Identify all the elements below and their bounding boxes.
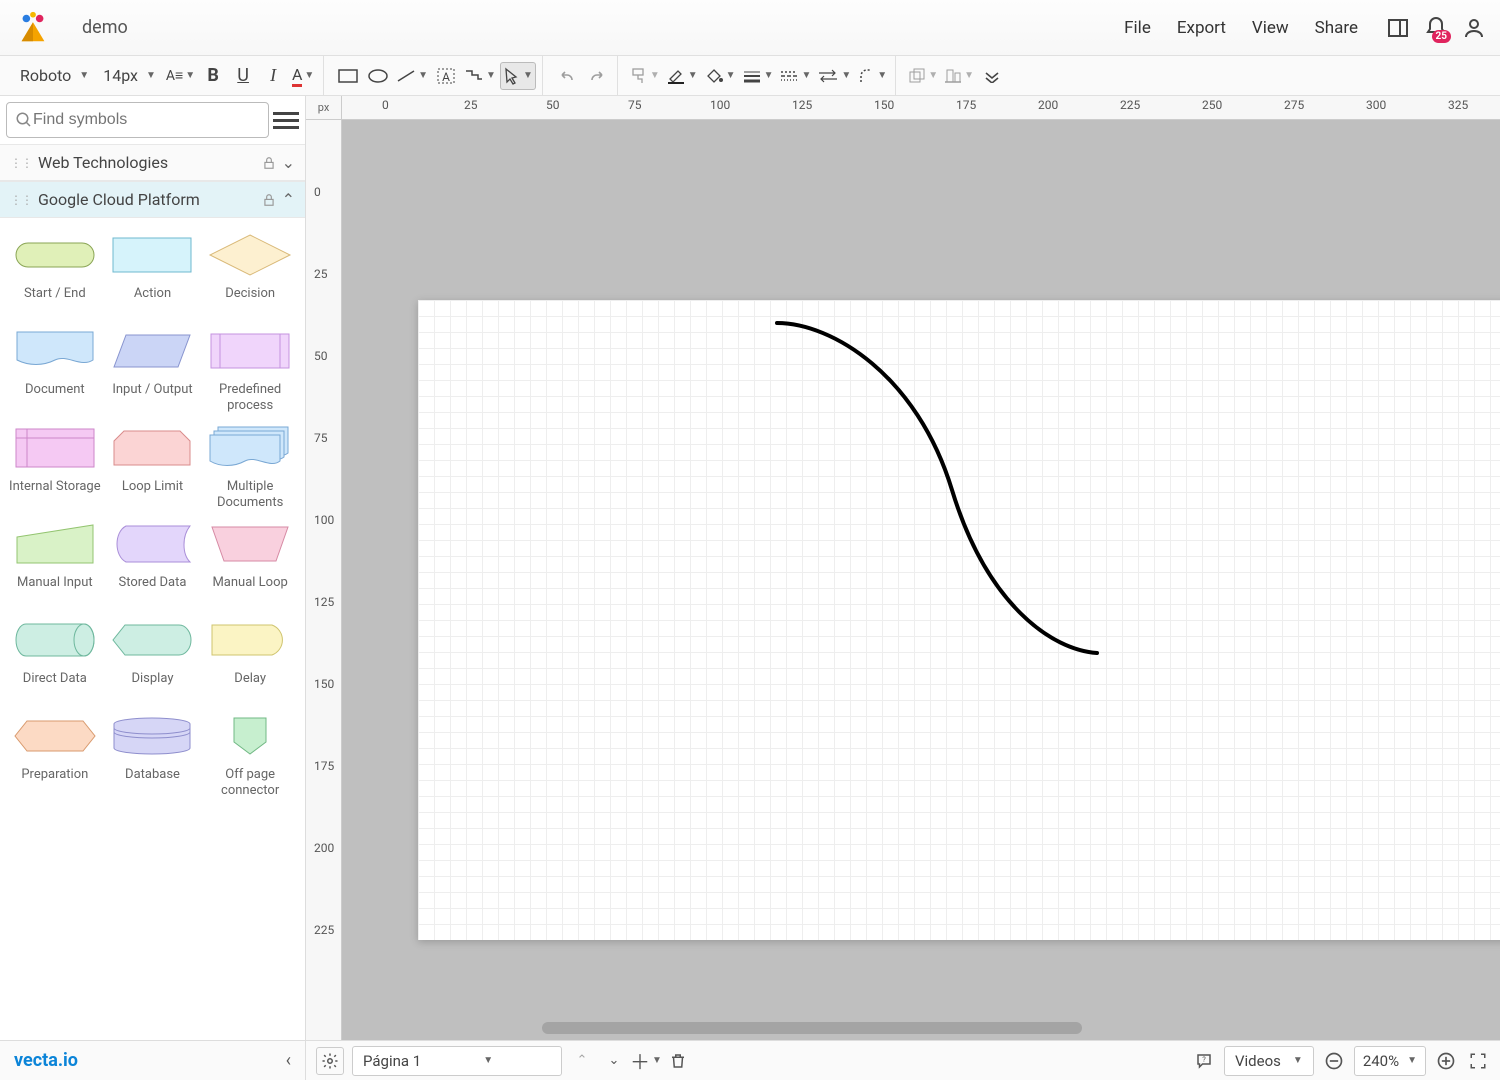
stencil-menu-icon[interactable] <box>273 107 299 133</box>
shape-predefined-process[interactable]: Predefined process <box>202 328 298 415</box>
ellipse-tool[interactable] <box>364 62 392 90</box>
italic-button[interactable]: I <box>259 62 287 90</box>
stencil-web-technologies[interactable]: ⋮⋮ Web Technologies ⌄ <box>0 144 305 181</box>
line-style-button[interactable]: ▼ <box>777 62 813 90</box>
shape-stored-data[interactable]: Stored Data <box>104 521 200 607</box>
stencil-label: Google Cloud Platform <box>38 190 200 209</box>
shape-database[interactable]: Database <box>104 713 200 800</box>
shape-preparation[interactable]: Preparation <box>7 713 103 800</box>
svg-text:A: A <box>442 70 450 84</box>
drag-handle-icon: ⋮⋮ <box>10 193 32 207</box>
arrow-ends-button[interactable]: ▼ <box>815 62 853 90</box>
next-page-button[interactable]: ⌄ <box>602 1049 626 1073</box>
fill-color-button[interactable]: ▼ <box>702 62 738 90</box>
page-settings-button[interactable] <box>316 1047 344 1075</box>
shapes-palette: Start / End Action Decision Document Inp… <box>0 218 305 1040</box>
horizontal-ruler: 0255075100125150175200225250275300325 <box>342 96 1500 120</box>
collapse-sidebar-button[interactable]: ‹ <box>286 1050 291 1071</box>
rectangle-tool[interactable] <box>334 62 362 90</box>
format-toolbar: Roboto▼ 14px▼ A≡▼ B U I A▼ ▼ A ▼ ▼ ▼ ▼ ▼… <box>0 56 1500 96</box>
line-color-button[interactable]: ▼ <box>664 62 700 90</box>
pointer-tool[interactable]: ▼ <box>500 62 536 90</box>
drag-handle-icon: ⋮⋮ <box>10 156 32 170</box>
text-align-button[interactable]: A≡▼ <box>164 62 197 90</box>
document-title[interactable]: demo <box>82 17 1124 38</box>
stencil-google-cloud[interactable]: ⋮⋮ Google Cloud Platform ⌃ <box>0 181 305 218</box>
shape-direct-data[interactable]: Direct Data <box>7 617 103 703</box>
shape-manual-loop[interactable]: Manual Loop <box>202 521 298 607</box>
shape-multiple-documents[interactable]: Multiple Documents <box>202 425 298 512</box>
page-name-label: Página 1 <box>363 1052 421 1070</box>
page-selector[interactable]: Página 1 ▼ <box>352 1046 562 1076</box>
shape-off-page-connector[interactable]: Off page connector <box>202 713 298 800</box>
videos-dropdown[interactable]: Videos▼ <box>1224 1046 1314 1076</box>
search-icon <box>15 111 33 129</box>
shape-display[interactable]: Display <box>104 617 200 703</box>
font-family-select[interactable]: Roboto▼ <box>14 66 95 85</box>
delete-page-button[interactable] <box>666 1049 690 1073</box>
menu-share[interactable]: Share <box>1315 18 1358 38</box>
chevron-down-icon: ▼ <box>483 1055 493 1066</box>
corner-rounding-button[interactable]: ▼ <box>855 62 889 90</box>
shape-document[interactable]: Document <box>7 328 103 415</box>
app-logo[interactable] <box>14 9 52 47</box>
shape-decision[interactable]: Decision <box>202 232 298 318</box>
shape-loop-limit[interactable]: Loop Limit <box>104 425 200 512</box>
drawing-page[interactable] <box>418 300 1500 940</box>
align-button[interactable]: ▼ <box>942 62 976 90</box>
panels-icon[interactable] <box>1386 16 1410 40</box>
zoom-level[interactable]: 240%▼ <box>1354 1046 1426 1076</box>
account-icon[interactable] <box>1462 16 1486 40</box>
underline-button[interactable]: U <box>229 62 257 90</box>
horizontal-scrollbar[interactable] <box>542 1022 1082 1034</box>
font-size-select[interactable]: 14px▼ <box>97 66 162 85</box>
shape-start-end[interactable]: Start / End <box>7 232 103 318</box>
bold-button[interactable]: B <box>199 62 227 90</box>
text-tool[interactable]: A <box>432 62 460 90</box>
symbol-search-input[interactable] <box>33 111 260 129</box>
shape-action[interactable]: Action <box>104 232 200 318</box>
chevron-up-icon: ⌃ <box>282 190 295 209</box>
connector-tool[interactable]: ▼ <box>462 62 498 90</box>
zoom-in-button[interactable] <box>1434 1049 1458 1073</box>
vertical-ruler: 0255075100125150175200225 <box>306 120 342 1040</box>
menu-export[interactable]: Export <box>1177 18 1226 38</box>
undo-button[interactable] <box>553 62 581 90</box>
notifications-icon[interactable]: 25 <box>1424 16 1448 40</box>
line-tool[interactable]: ▼ <box>394 62 430 90</box>
stencil-label: Web Technologies <box>38 153 168 172</box>
line-weight-button[interactable]: ▼ <box>740 62 776 90</box>
zoom-out-button[interactable] <box>1322 1049 1346 1073</box>
help-button[interactable]: ? <box>1192 1049 1216 1073</box>
notification-badge: 25 <box>1432 30 1451 43</box>
text-color-button[interactable]: A▼ <box>289 62 317 90</box>
shape-internal-storage[interactable]: Internal Storage <box>7 425 103 512</box>
shape-manual-input[interactable]: Manual Input <box>7 521 103 607</box>
lock-icon <box>262 156 276 170</box>
format-painter-button[interactable]: ▼ <box>628 62 662 90</box>
redo-button[interactable] <box>583 62 611 90</box>
lock-icon <box>262 193 276 207</box>
add-page-button[interactable]: ＋▼ <box>634 1049 658 1073</box>
prev-page-button[interactable]: ⌃ <box>570 1049 594 1073</box>
shape-input-output[interactable]: Input / Output <box>104 328 200 415</box>
ruler-unit-label: px <box>306 96 342 120</box>
brand-link[interactable]: vecta.io <box>14 1050 78 1071</box>
chevron-down-icon: ⌄ <box>282 153 295 172</box>
symbol-search[interactable] <box>6 102 269 138</box>
fullscreen-button[interactable] <box>1466 1049 1490 1073</box>
canvas-viewport[interactable] <box>342 120 1500 1040</box>
menu-view[interactable]: View <box>1252 18 1289 38</box>
arrange-button[interactable]: ▼ <box>906 62 940 90</box>
svg-text:?: ? <box>1202 1054 1206 1063</box>
more-button[interactable] <box>978 62 1006 90</box>
shape-delay[interactable]: Delay <box>202 617 298 703</box>
menu-file[interactable]: File <box>1124 18 1151 38</box>
